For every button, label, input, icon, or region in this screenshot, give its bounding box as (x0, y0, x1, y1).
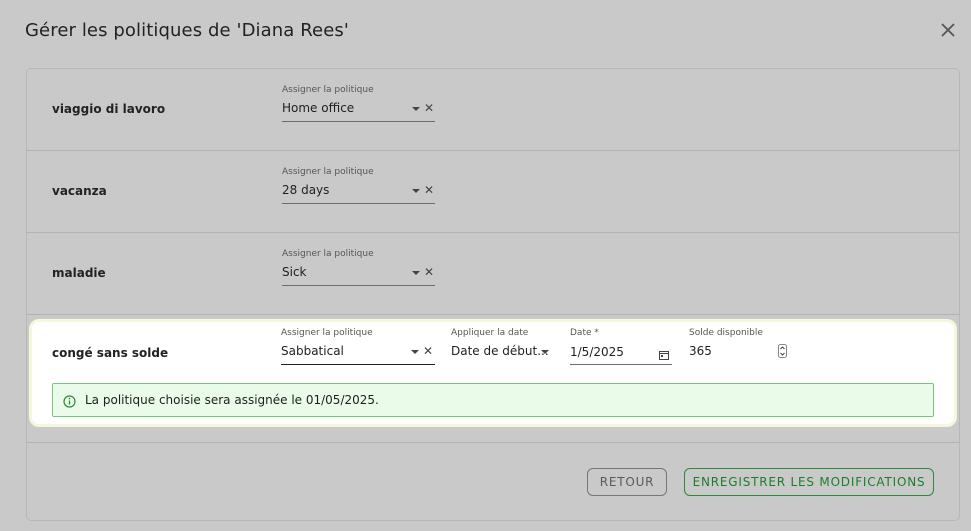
policy-row: maladie Assigner la politique Sick ✕ (27, 233, 959, 315)
policy-select[interactable]: Assigner la politique 28 days ✕ (282, 167, 435, 204)
field-value: Sick (282, 265, 307, 279)
field-label: Assigner la politique (282, 167, 374, 177)
policies-panel: viaggio di lavoro Assigner la politique … (26, 68, 960, 521)
info-message: La politique choisie sera assignée le 01… (85, 393, 379, 407)
field-label: Date * (570, 328, 599, 338)
policy-select[interactable]: Assigner la politique Sabbatical ✕ (281, 328, 435, 365)
date-input[interactable]: Date * 1/5/2025 (570, 328, 672, 365)
dropdown-caret-icon[interactable] (411, 350, 419, 354)
clear-icon[interactable]: ✕ (423, 344, 433, 358)
field-label: Assigner la politique (281, 328, 373, 338)
dropdown-caret-icon[interactable] (412, 189, 420, 193)
field-value: Home office (282, 101, 355, 115)
field-value: 365 (689, 344, 712, 358)
close-icon[interactable] (940, 22, 960, 42)
field-value: Sabbatical (281, 344, 344, 358)
field-value: Date de début... (451, 344, 549, 358)
dropdown-caret-icon[interactable] (541, 350, 549, 354)
dropdown-caret-icon[interactable] (412, 271, 420, 275)
policy-select[interactable]: Assigner la politique Sick ✕ (282, 249, 435, 286)
field-underline (570, 364, 672, 365)
clear-icon[interactable]: ✕ (424, 265, 434, 279)
policy-row: viaggio di lavoro Assigner la politique … (27, 69, 959, 151)
policy-row: vacanza Assigner la politique 28 days ✕ (27, 151, 959, 233)
row-label: vacanza (52, 184, 107, 198)
clear-icon[interactable]: ✕ (424, 101, 434, 115)
info-icon (63, 393, 76, 408)
row-label: viaggio di lavoro (52, 102, 166, 116)
field-label: Appliquer la date (451, 328, 529, 338)
field-label: Assigner la politique (282, 249, 374, 259)
field-underline (282, 203, 435, 204)
row-label: maladie (52, 266, 106, 280)
row-label: congé sans solde (52, 346, 169, 360)
clear-icon[interactable]: ✕ (424, 183, 434, 197)
policy-select[interactable]: Assigner la politique Home office ✕ (282, 85, 435, 122)
field-value: 28 days (282, 183, 330, 197)
back-button[interactable]: RETOUR (587, 468, 667, 496)
field-underline (282, 285, 435, 286)
dropdown-caret-icon[interactable] (412, 107, 420, 111)
field-value: 1/5/2025 (570, 345, 624, 359)
apply-date-select[interactable]: Appliquer la date Date de début... (451, 328, 551, 365)
field-label: Solde disponible (689, 328, 763, 338)
active-policy-row: congé sans solde Assigner la politique S… (29, 319, 957, 427)
calendar-icon[interactable] (659, 345, 669, 360)
field-underline (281, 364, 435, 365)
field-label: Assigner la politique (282, 85, 374, 95)
info-alert: La politique choisie sera assignée le 01… (52, 383, 934, 417)
spinner-icon[interactable] (778, 343, 787, 358)
save-button[interactable]: ENREGISTRER LES MODIFICATIONS (684, 468, 934, 496)
field-underline (282, 121, 435, 122)
balance-input[interactable]: Solde disponible 365 (689, 328, 791, 365)
page-title: Gérer les politiques de 'Diana Rees' (25, 20, 349, 41)
